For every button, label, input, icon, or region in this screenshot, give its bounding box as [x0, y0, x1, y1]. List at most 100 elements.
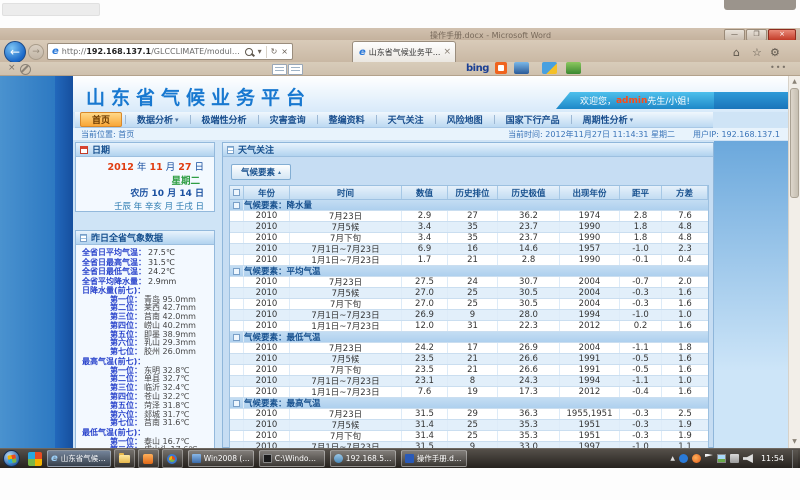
table-row[interactable]: 20107月下旬3.43523.719901.84.8 [230, 233, 708, 244]
column-header[interactable]: 距平 [620, 186, 662, 199]
table-row[interactable]: 20107月1日~7月23日6.91614.61957-1.02.3 [230, 244, 708, 255]
hidden-icons-arrow[interactable]: ▲ [670, 455, 675, 462]
group-expander-icon[interactable] [233, 334, 240, 341]
nav-item-1[interactable]: 首页 [80, 112, 122, 127]
pinned-app-icon[interactable] [28, 452, 42, 466]
rank-value[interactable]: 胶州 26.0mm [144, 348, 196, 357]
table-group-row[interactable]: 气候要素：平均气温 [230, 266, 708, 277]
photo-tray-icon[interactable] [717, 454, 726, 463]
table-row[interactable]: 20107月1日~7月23日26.9928.01994-1.01.0 [230, 310, 708, 321]
nav-item-2[interactable]: 数据分析▾ [126, 113, 190, 126]
firefox-tray-icon[interactable] [692, 454, 701, 463]
table-cell: 1.6 [662, 354, 708, 364]
start-button[interactable] [3, 450, 20, 467]
column-header[interactable]: 出现年份 [560, 186, 620, 199]
scrollbar-thumb[interactable] [790, 88, 799, 198]
card-icon[interactable] [272, 64, 287, 75]
group-expander-icon[interactable] [233, 400, 240, 407]
climate-element-button[interactable]: 气候要素 ▴ [231, 164, 291, 180]
table-row[interactable]: 20107月5候27.02530.52004-0.31.6 [230, 288, 708, 299]
checkbox-icon[interactable] [233, 189, 240, 196]
puzzle-icon[interactable] [566, 62, 581, 74]
nav-item-3[interactable]: 极端性分析 [191, 113, 258, 126]
table-row[interactable]: 20107月23日2.92736.219742.87.6 [230, 211, 708, 222]
forward-button[interactable]: → [28, 44, 44, 60]
table-row[interactable]: 20107月1日~7月23日23.1824.31994-1.11.0 [230, 376, 708, 387]
table-cell: 2.5 [662, 409, 708, 419]
table-cell: 2010 [244, 343, 290, 353]
nav-item-5[interactable]: 整编资料 [318, 113, 376, 126]
nav-item-9[interactable]: 周期性分析▾ [572, 113, 645, 126]
table-row[interactable]: 20107月5候23.52126.61991-0.51.6 [230, 354, 708, 365]
explorer-button[interactable] [114, 449, 135, 468]
taskbar-window-2[interactable]: C:\Windows\s... [259, 450, 325, 467]
tab-close-icon[interactable]: × [443, 47, 451, 57]
search-icon[interactable] [245, 48, 253, 56]
column-header[interactable]: 历史排位 [448, 186, 498, 199]
column-header[interactable]: 方差 [662, 186, 708, 199]
table-cell: 36.3 [498, 409, 560, 419]
table-group-row[interactable]: 气候要素：最高气温 [230, 398, 708, 409]
back-button[interactable]: ← [4, 41, 26, 63]
favorites-star-icon[interactable]: ☆ [752, 46, 762, 59]
close-pane-icon[interactable]: × [8, 63, 16, 73]
taskbar-ie-item[interactable]: e 山东省气候业务平台 [47, 450, 111, 467]
taskbar-window-3[interactable]: 192.168.59.99... [330, 450, 396, 467]
messenger-tray-icon[interactable] [679, 454, 688, 463]
stop-icon[interactable]: × [281, 47, 288, 56]
binoculars-icon[interactable] [514, 62, 529, 74]
browser-app-button[interactable] [162, 449, 183, 468]
table-row[interactable]: 20107月5候3.43523.719901.84.8 [230, 222, 708, 233]
table-row[interactable]: 20107月23日24.21726.92004-1.11.8 [230, 343, 708, 354]
table-cell: 7月23日 [290, 211, 402, 221]
column-header[interactable]: 历史极值 [498, 186, 560, 199]
folder-icon [119, 455, 130, 463]
nav-item-8[interactable]: 国家下行产品 [495, 113, 571, 126]
refresh-icon[interactable]: ↻ [271, 47, 278, 56]
bird-icon[interactable] [542, 62, 557, 74]
clock[interactable]: 11:54 [761, 454, 784, 463]
table-row[interactable]: 20107月下旬23.52126.61991-0.51.6 [230, 365, 708, 376]
table-group-row[interactable]: 气候要素：最低气温 [230, 332, 708, 343]
table-row[interactable]: 20107月下旬27.02530.52004-0.31.6 [230, 299, 708, 310]
welcome-ribbon: 欢迎您，admin 先生/小姐! [556, 92, 714, 109]
group-expander-icon[interactable] [233, 202, 240, 209]
table-cell: 1.8 [620, 222, 662, 232]
action-center-flag-icon[interactable] [705, 454, 713, 464]
volume-icon[interactable] [743, 454, 753, 463]
overflow-dots[interactable]: ••• [770, 63, 787, 72]
orange-app-button[interactable] [138, 449, 159, 468]
scroll-up-icon[interactable]: ▲ [789, 76, 800, 87]
taskbar-window-4[interactable]: 操作手册.docx ... [401, 450, 467, 467]
table-row[interactable]: 20107月23日27.52430.72004-0.72.0 [230, 277, 708, 288]
browser-app-icon [167, 454, 177, 464]
tools-gear-icon[interactable]: ⚙ [770, 46, 780, 59]
bing-logo[interactable]: bing [466, 63, 489, 74]
show-desktop-button[interactable] [792, 450, 798, 468]
rank-value[interactable]: 莒南 31.6℃ [144, 419, 189, 428]
table-group-row[interactable]: 气候要素：降水量 [230, 200, 708, 211]
table-cell: 2010 [244, 277, 290, 287]
page-scrollbar[interactable]: ▲ ▼ [788, 76, 800, 448]
table-row[interactable]: 20107月下旬31.42535.31951-0.31.9 [230, 431, 708, 442]
nav-item-7[interactable]: 风险地图 [436, 113, 494, 126]
browser-tab[interactable]: e 山东省气候业务平... × [352, 41, 456, 62]
bing-box-icon[interactable] [495, 62, 507, 74]
chevron-down-icon[interactable]: ▾ [258, 47, 262, 56]
column-header[interactable]: 年份 [244, 186, 290, 199]
date-line: 2012 年 11 月 27 日 [76, 161, 204, 175]
nav-item-4[interactable]: 灾害查询 [259, 113, 317, 126]
table-row[interactable]: 20107月23日31.52936.31955,1951-0.32.5 [230, 409, 708, 420]
group-expander-icon[interactable] [233, 268, 240, 275]
scroll-down-icon[interactable]: ▼ [789, 436, 800, 447]
taskbar-window-1[interactable]: Win2008 (VS2... [188, 450, 254, 467]
address-bar[interactable]: e http://192.168.137.1/GLCCLIMATE/module… [47, 43, 293, 60]
column-header[interactable]: 数值 [402, 186, 448, 199]
home-icon[interactable]: ⌂ [733, 46, 740, 59]
mail-icon[interactable] [288, 64, 303, 75]
nav-item-6[interactable]: 天气关注 [377, 113, 435, 126]
column-header[interactable]: 时间 [290, 186, 402, 199]
network-icon[interactable] [730, 454, 739, 463]
table-row[interactable]: 20107月5候31.42535.31951-0.31.9 [230, 420, 708, 431]
url-text[interactable]: http://192.168.137.1/GLCCLIMATE/modules/… [62, 47, 242, 56]
